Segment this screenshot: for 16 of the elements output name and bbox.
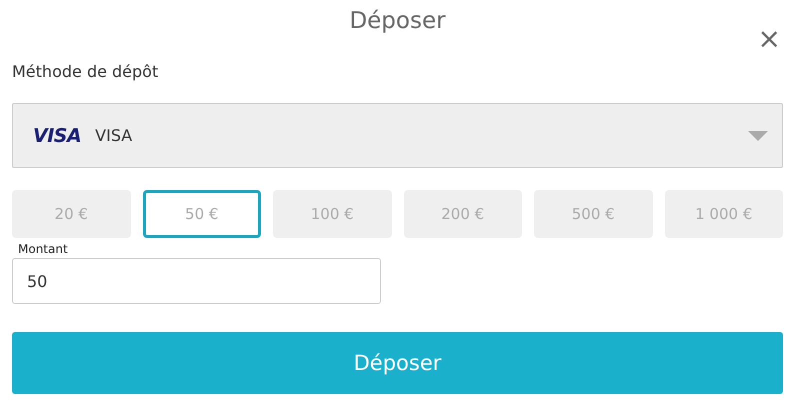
- payment-method-select[interactable]: VISA VISA: [12, 103, 783, 168]
- caret-icon: [748, 130, 768, 140]
- close-button[interactable]: ×: [756, 26, 783, 52]
- amount-field[interactable]: 50: [12, 258, 381, 304]
- amount-option[interactable]: 1 000 €: [664, 190, 783, 238]
- card-logo: VISA: [33, 124, 82, 146]
- field-label: Méthode de dépôt: [12, 62, 158, 82]
- amount-option[interactable]: 20 €: [12, 190, 130, 238]
- selected-method: VISA: [95, 126, 134, 145]
- amount-option[interactable]: 100 €: [273, 190, 392, 238]
- field-label: Montant: [18, 242, 68, 256]
- amount-option[interactable]: 200 €: [404, 190, 522, 238]
- deposit-button[interactable]: Déposer: [12, 332, 783, 394]
- dialog-title: Déposer: [349, 7, 446, 36]
- amount-option[interactable]: 50 €: [142, 190, 261, 238]
- amount-option[interactable]: 500 €: [534, 190, 652, 238]
